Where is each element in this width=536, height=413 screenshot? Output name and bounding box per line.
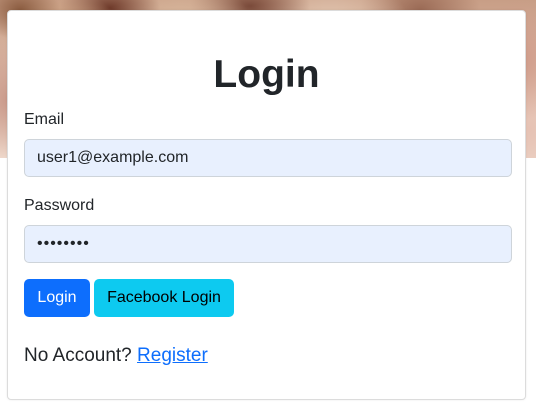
- facebook-login-button[interactable]: Facebook Login: [94, 279, 234, 317]
- login-button[interactable]: Login: [24, 279, 90, 317]
- email-field[interactable]: [24, 139, 512, 177]
- no-account-text: No Account?: [24, 345, 132, 366]
- email-label: Email: [24, 111, 65, 128]
- password-label: Password: [24, 197, 95, 214]
- page-title: Login: [213, 53, 320, 96]
- login-card: Login Email Password Login Facebook Logi…: [7, 10, 526, 400]
- register-prompt: No Account? Register: [24, 346, 208, 365]
- register-link[interactable]: Register: [137, 345, 208, 366]
- password-field[interactable]: [24, 225, 512, 263]
